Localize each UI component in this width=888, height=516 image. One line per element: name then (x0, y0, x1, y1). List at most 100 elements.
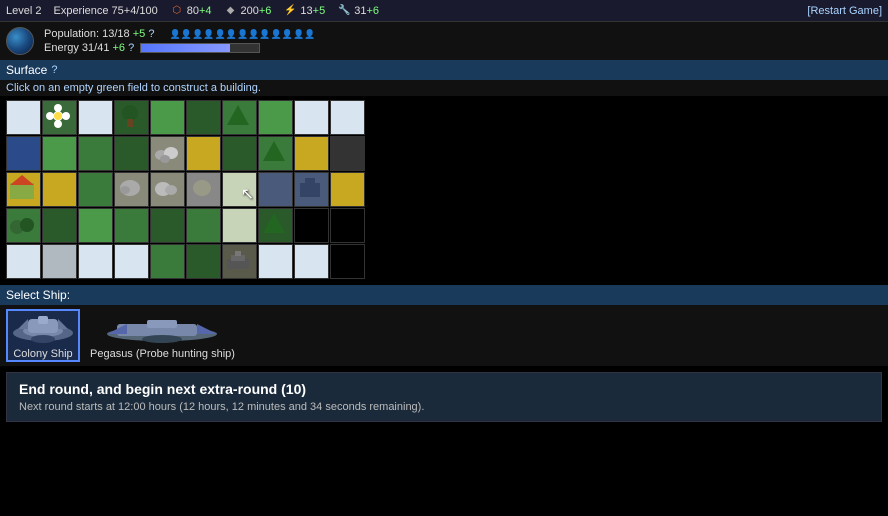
end-round-subtitle: Next round starts at 12:00 hours (12 hou… (19, 401, 869, 413)
grid-cell[interactable] (258, 172, 293, 207)
experience-stat: Experience 75+4/100 (53, 5, 157, 17)
grid-cell[interactable] (150, 208, 185, 243)
grid-cell[interactable] (42, 208, 77, 243)
pegasus-ship-item[interactable]: Pegasus (Probe hunting ship) (88, 314, 237, 362)
energy-help[interactable]: ? (128, 42, 134, 54)
grid-cell[interactable] (258, 100, 293, 135)
end-round-section[interactable]: End round, and begin next extra-round (1… (6, 372, 882, 422)
level-label: Level 2 (6, 5, 41, 17)
stone-icon: ◆ (224, 4, 238, 18)
grid-cell[interactable] (222, 172, 257, 207)
grid-cell[interactable] (6, 244, 41, 279)
grid-cell[interactable] (258, 136, 293, 171)
grid-row-2 (6, 136, 882, 171)
grid-cell[interactable] (114, 172, 149, 207)
grid-cell[interactable] (186, 208, 221, 243)
grid-cell[interactable] (222, 136, 257, 171)
population-bonus: +5 (133, 28, 146, 40)
planet-stats: Population: 13/18 +5 ? 👤👤👤👤👤👤👤👤👤👤👤👤👤 Ene… (44, 28, 315, 54)
grid-cell[interactable] (150, 100, 185, 135)
grid-cell[interactable] (78, 100, 113, 135)
grid-cell[interactable] (330, 244, 365, 279)
planet-icon (6, 27, 34, 55)
grid-cell[interactable] (294, 208, 329, 243)
grid-row-4 (6, 208, 882, 243)
stat-4: 🔧 31+6 (337, 4, 379, 18)
grid-row-3 (6, 172, 882, 207)
planet-row: Population: 13/18 +5 ? 👤👤👤👤👤👤👤👤👤👤👤👤👤 Ene… (0, 22, 888, 60)
energy-bar (140, 43, 260, 53)
instruction-bar: Click on an empty green field to constru… (0, 80, 888, 96)
grid-cell[interactable] (150, 136, 185, 171)
grid-cell[interactable] (186, 100, 221, 135)
surface-help[interactable]: ? (51, 64, 57, 76)
energy-icon: ⚡ (283, 4, 297, 18)
grid-area (0, 96, 888, 283)
ships-row: Colony Ship Pegasus (Probe hunting ship) (0, 305, 888, 366)
grid-cell[interactable] (294, 100, 329, 135)
grid-row-1 (6, 100, 882, 135)
grid-cell[interactable] (186, 244, 221, 279)
experience-label: Experience (53, 5, 108, 17)
grid-cell[interactable] (42, 244, 77, 279)
grid-row-5 (6, 244, 882, 279)
grid-cell[interactable] (186, 172, 221, 207)
grid-cell[interactable] (78, 208, 113, 243)
grid-cell[interactable] (114, 136, 149, 171)
grid-cell[interactable] (294, 172, 329, 207)
grid-cell[interactable] (222, 208, 257, 243)
grid-cell[interactable] (222, 244, 257, 279)
grid-cell[interactable] (78, 244, 113, 279)
grid-cell[interactable] (114, 208, 149, 243)
grid-cell[interactable] (114, 100, 149, 135)
grid-cell[interactable] (6, 100, 41, 135)
grid-cell[interactable] (6, 136, 41, 171)
stat-3-value: 13+5 (300, 5, 325, 17)
restart-link[interactable]: [Restart Game] (807, 5, 882, 17)
instruction-text: Click on an empty green field to constru… (6, 82, 261, 94)
grid-cell[interactable] (150, 172, 185, 207)
grid-cell[interactable] (186, 136, 221, 171)
grid-cell[interactable] (78, 172, 113, 207)
energy-bonus: +6 (113, 42, 126, 54)
stat-2: ◆ 200+6 (224, 4, 272, 18)
pegasus-ship-label: Pegasus (Probe hunting ship) (90, 348, 235, 360)
grid-cell[interactable] (6, 172, 41, 207)
grid-cell[interactable] (6, 208, 41, 243)
population-label: Population: 13/18 (44, 28, 130, 40)
energy-bar-fill (141, 44, 230, 52)
population-line: Population: 13/18 +5 ? 👤👤👤👤👤👤👤👤👤👤👤👤👤 (44, 28, 315, 40)
grid-cell[interactable] (258, 244, 293, 279)
select-ship-label: Select Ship: (6, 288, 70, 302)
energy-line: Energy 31/41 +6 ? (44, 42, 315, 54)
colony-ship-item[interactable]: Colony Ship (6, 309, 80, 362)
mineral-icon: ⬡ (170, 4, 184, 18)
level-stat: Level 2 (6, 5, 41, 17)
grid-cell[interactable] (222, 100, 257, 135)
top-bar-left: Level 2 Experience 75+4/100 ⬡ 80+4 ◆ 200… (6, 4, 379, 18)
grid-cell[interactable] (114, 244, 149, 279)
grid-cell[interactable] (150, 244, 185, 279)
grid-cell[interactable] (294, 244, 329, 279)
colony-ship-image (8, 311, 78, 346)
colony-ship-label: Colony Ship (13, 348, 72, 360)
grid-cell[interactable] (330, 100, 365, 135)
grid-cell[interactable] (330, 208, 365, 243)
stat-1: ⬡ 80+4 (170, 4, 212, 18)
grid-cell[interactable] (42, 100, 77, 135)
grid-cell[interactable] (258, 208, 293, 243)
grid-cell[interactable] (294, 136, 329, 171)
grid-cell[interactable] (330, 172, 365, 207)
stat-4-value: 31+6 (354, 5, 379, 17)
select-ship-bar: Select Ship: (0, 285, 888, 305)
surface-title: Surface (6, 63, 47, 77)
energy-label: Energy 31/41 +6 ? (44, 42, 134, 54)
population-help[interactable]: ? (148, 28, 154, 40)
pegasus-ship-image (97, 316, 227, 346)
grid-cell[interactable] (330, 136, 365, 171)
surface-header: Surface ? (0, 60, 888, 80)
grid-cell[interactable] (78, 136, 113, 171)
grid-cell[interactable] (42, 172, 77, 207)
stat-2-value: 200+6 (241, 5, 272, 17)
grid-cell[interactable] (42, 136, 77, 171)
